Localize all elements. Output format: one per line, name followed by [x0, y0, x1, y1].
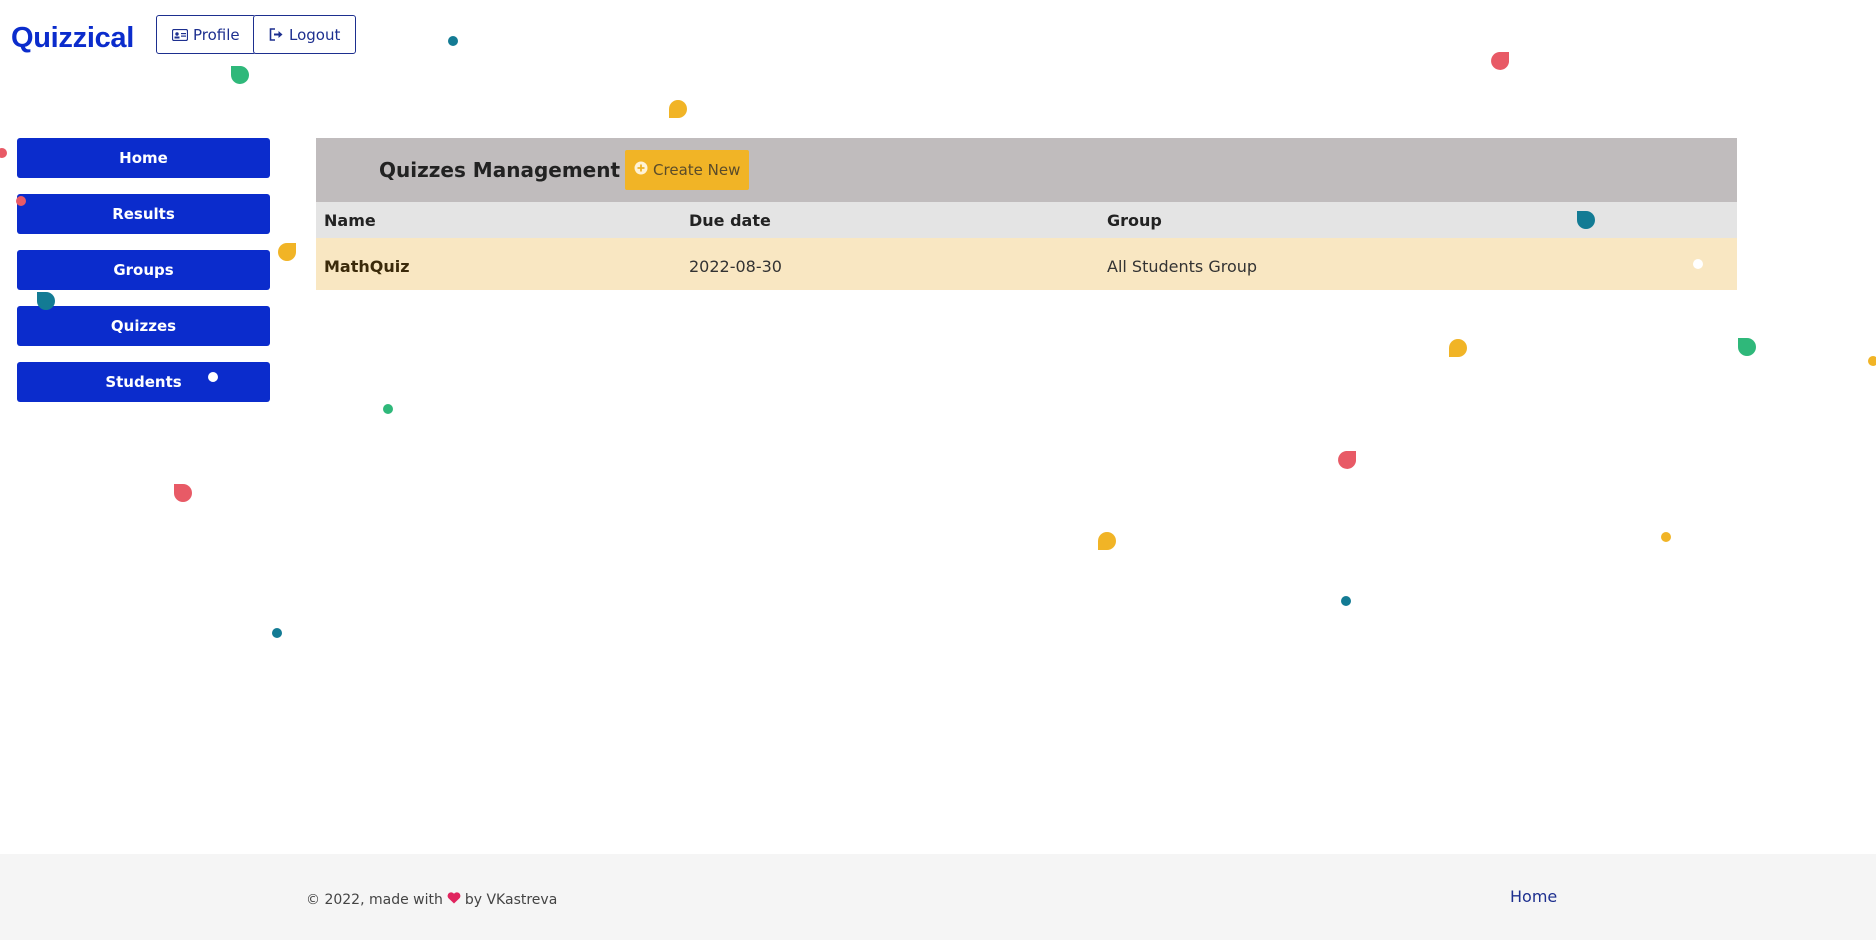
heart-icon — [447, 892, 461, 908]
quizzes-table: Name Due date Group MathQuiz 2022-08-30 … — [316, 202, 1737, 290]
sidebar-item-students[interactable]: Students — [17, 362, 270, 402]
column-header-name: Name — [324, 210, 376, 230]
quiz-due-date-cell: 2022-08-30 — [689, 256, 782, 276]
table-header-row: Name Due date Group — [316, 202, 1737, 238]
copyright-prefix: © 2022, made with — [306, 892, 443, 908]
quizzes-panel: Quizzes Management Create New Name Due d… — [316, 138, 1737, 290]
copyright-suffix: by VKastreva — [464, 892, 558, 908]
confetti-pieces — [0, 36, 1876, 638]
profile-button-label: Profile — [193, 25, 240, 44]
plus-circle-icon — [634, 161, 648, 179]
quiz-group-cell: All Students Group — [1107, 256, 1258, 276]
logout-button[interactable]: Logout — [253, 15, 357, 54]
id-card-icon — [172, 28, 188, 41]
sidebar-item-groups[interactable]: Groups — [17, 250, 270, 290]
sidebar-item-results[interactable]: Results — [17, 194, 270, 234]
table-row[interactable]: MathQuiz 2022-08-30 All Students Group — [316, 238, 1737, 290]
sign-out-icon — [269, 28, 284, 41]
column-header-group: Group — [1107, 210, 1162, 230]
logout-button-label: Logout — [289, 25, 341, 44]
create-new-button[interactable]: Create New — [625, 150, 750, 190]
sidebar-item-home[interactable]: Home — [17, 138, 270, 178]
quiz-name-cell[interactable]: MathQuiz — [316, 238, 681, 290]
copyright: © 2022, made with by VKastreva — [306, 892, 557, 908]
create-new-label: Create New — [653, 161, 741, 179]
sidebar-item-quizzes[interactable]: Quizzes — [17, 306, 270, 346]
footer-home-link[interactable]: Home — [1510, 887, 1557, 906]
sidebar-nav: Home Results Groups Quizzes Students — [17, 138, 270, 418]
page-title: Quizzes Management — [379, 158, 621, 182]
column-header-due-date: Due date — [689, 210, 771, 230]
profile-button[interactable]: Profile — [156, 15, 256, 54]
footer: © 2022, made with by VKastreva Home — [0, 854, 1876, 940]
app-logo[interactable]: Quizzical — [11, 22, 134, 55]
panel-header: Quizzes Management Create New — [316, 138, 1737, 202]
